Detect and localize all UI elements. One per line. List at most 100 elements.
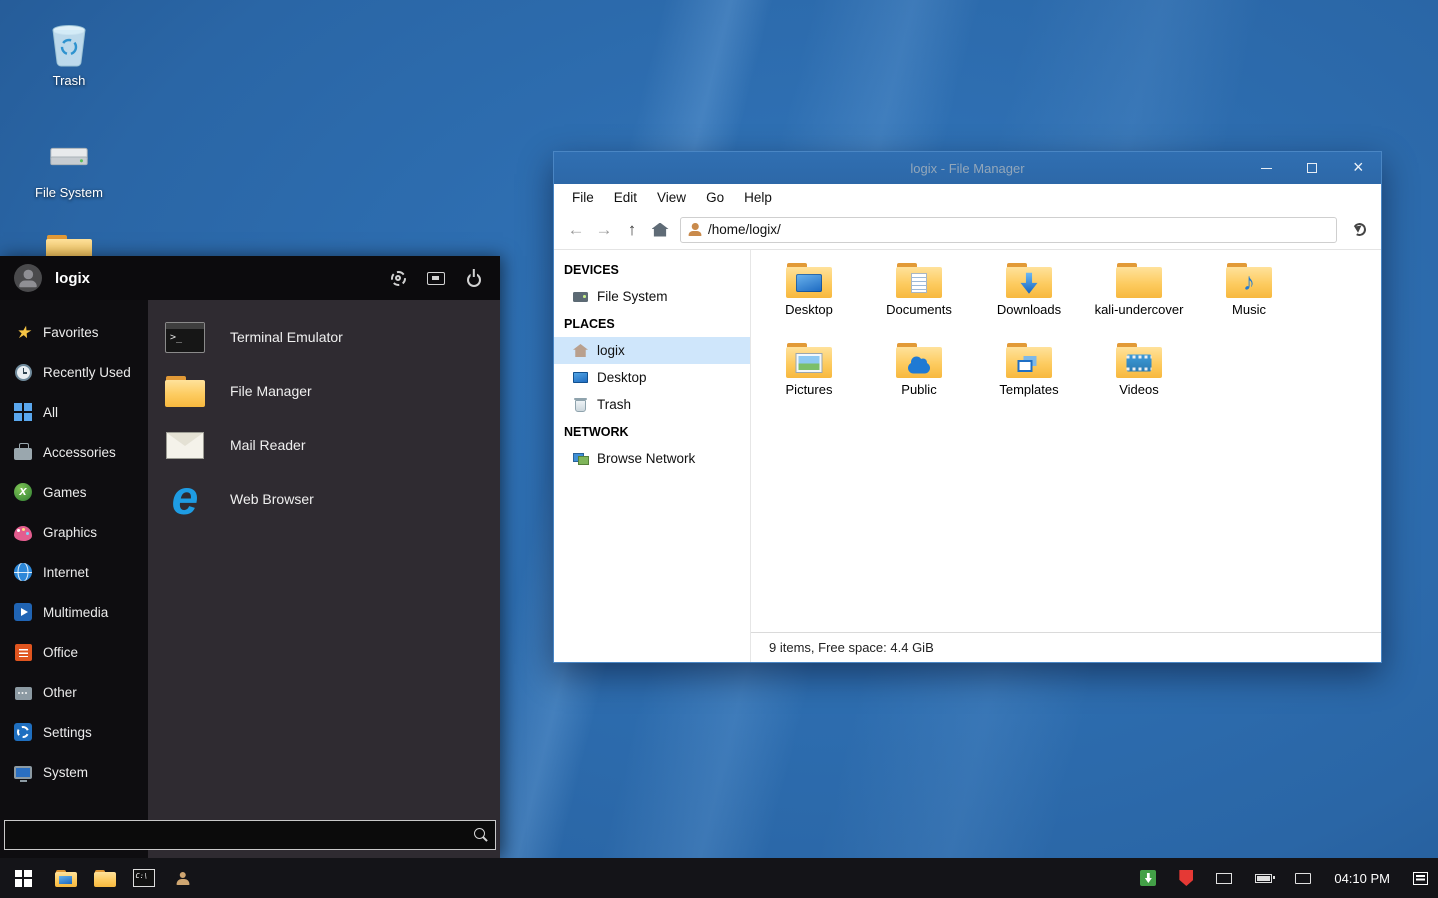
folder-icon (786, 343, 832, 378)
window-titlebar[interactable]: logix - File Manager (554, 152, 1381, 184)
desktop-icon-label: File System (21, 185, 117, 200)
category-favorites[interactable]: Favorites (0, 312, 148, 352)
category-settings[interactable]: Settings (0, 712, 148, 752)
home-icon (652, 223, 669, 237)
back-button[interactable] (562, 216, 590, 244)
search-input[interactable] (5, 828, 469, 843)
videos-emblem-icon (1127, 355, 1152, 372)
status-text: 9 items, Free space: 4.4 GiB (769, 640, 934, 655)
category-games[interactable]: Games (0, 472, 148, 512)
clock[interactable]: 04:10 PM (1334, 871, 1390, 886)
file-music[interactable]: Music (1194, 260, 1304, 340)
category-accessories[interactable]: Accessories (0, 432, 148, 472)
taskbar-app-file-manager[interactable] (85, 858, 124, 898)
category-other[interactable]: Other (0, 672, 148, 712)
app-terminal-emulator[interactable]: Terminal Emulator (148, 310, 500, 364)
lock-screen-icon (427, 272, 445, 285)
menu-edit[interactable]: Edit (604, 190, 647, 205)
folder-icon (55, 870, 77, 887)
user-avatar[interactable] (14, 264, 42, 292)
file-desktop[interactable]: Desktop (754, 260, 864, 340)
category-office[interactable]: Office (0, 632, 148, 672)
terminal-icon (162, 315, 208, 359)
category-internet[interactable]: Internet (0, 552, 148, 592)
taskbar-app-terminal[interactable] (124, 858, 163, 898)
category-recently-used[interactable]: Recently Used (0, 352, 148, 392)
file-pictures[interactable]: Pictures (754, 340, 864, 420)
file-downloads[interactable]: Downloads (974, 260, 1084, 340)
user-icon (688, 223, 702, 236)
power-button[interactable] (462, 266, 486, 290)
folder-icon (896, 343, 942, 378)
menu-view[interactable]: View (647, 190, 696, 205)
category-label: Office (43, 645, 78, 660)
category-all[interactable]: All (0, 392, 148, 432)
taskbar-app-user[interactable] (163, 858, 202, 898)
menu-help[interactable]: Help (734, 190, 782, 205)
toolbox-icon (12, 441, 34, 463)
settings-button[interactable] (386, 266, 410, 290)
file-templates[interactable]: Templates (974, 340, 1084, 420)
desktop-icon-trash[interactable]: Trash (21, 20, 117, 88)
username: logix (55, 270, 90, 287)
battery-icon[interactable] (1255, 874, 1272, 883)
security-shield-icon[interactable] (1179, 870, 1193, 886)
taskbar: 04:10 PM (0, 858, 1438, 898)
maximize-button[interactable] (1289, 152, 1335, 184)
music-emblem-icon (1243, 271, 1255, 295)
category-label: Games (43, 485, 87, 500)
folder-icon (786, 263, 832, 298)
folder-icon (94, 870, 116, 887)
start-menu-body: Favorites Recently Used All Accessories … (0, 300, 500, 858)
home-button[interactable] (646, 216, 674, 244)
category-graphics[interactable]: Graphics (0, 512, 148, 552)
menu-go[interactable]: Go (696, 190, 734, 205)
sidebar-header-places: PLACES (554, 310, 750, 337)
close-button[interactable] (1335, 152, 1381, 184)
forward-button[interactable] (590, 216, 618, 244)
category-label: Accessories (43, 445, 116, 460)
sidebar-item-logix[interactable]: logix (554, 337, 750, 364)
app-list: Terminal Emulator File Manager Mail Read… (148, 300, 500, 858)
sidebar-item-file-system[interactable]: File System (554, 283, 750, 310)
display-icon[interactable] (1216, 873, 1232, 884)
header-actions (386, 266, 486, 290)
notifications-icon[interactable] (1413, 872, 1428, 885)
app-file-manager[interactable]: File Manager (148, 364, 500, 418)
category-label: Recently Used (43, 365, 131, 380)
up-icon (628, 220, 637, 240)
lock-screen-button[interactable] (424, 266, 448, 290)
taskbar-app-documents-folder[interactable] (46, 858, 85, 898)
category-label: System (43, 765, 88, 780)
sidebar-item-browse-network[interactable]: Browse Network (554, 445, 750, 472)
up-button[interactable] (618, 216, 646, 244)
category-label: Multimedia (43, 605, 108, 620)
sidebar-item-trash[interactable]: Trash (554, 391, 750, 418)
trash-icon (572, 398, 589, 412)
category-system[interactable]: System (0, 752, 148, 792)
keyboard-icon[interactable] (1295, 873, 1311, 884)
status-bar: 9 items, Free space: 4.4 GiB (751, 632, 1381, 662)
person-icon (176, 872, 190, 885)
search-icon (469, 820, 495, 850)
reload-button[interactable] (1345, 216, 1373, 244)
category-label: Graphics (43, 525, 97, 540)
start-button[interactable] (0, 858, 46, 898)
desktop-icon-file-system[interactable]: File System (21, 132, 117, 200)
file-videos[interactable]: Videos (1084, 340, 1194, 420)
sidebar-item-label: Desktop (597, 370, 647, 385)
file-public[interactable]: Public (864, 340, 974, 420)
sidebar-item-label: logix (597, 343, 625, 358)
file-kali-undercover[interactable]: kali-undercover (1084, 260, 1194, 340)
path-bar[interactable]: /home/logix/ (680, 217, 1337, 243)
app-mail-reader[interactable]: Mail Reader (148, 418, 500, 472)
category-multimedia[interactable]: Multimedia (0, 592, 148, 632)
sidebar-item-desktop[interactable]: Desktop (554, 364, 750, 391)
file-documents[interactable]: Documents (864, 260, 974, 340)
app-web-browser[interactable]: Web Browser (148, 472, 500, 526)
menu-file[interactable]: File (562, 190, 604, 205)
power-icon (467, 273, 481, 287)
app-label: Terminal Emulator (230, 329, 343, 345)
updates-icon[interactable] (1140, 870, 1156, 886)
minimize-button[interactable] (1243, 152, 1289, 184)
